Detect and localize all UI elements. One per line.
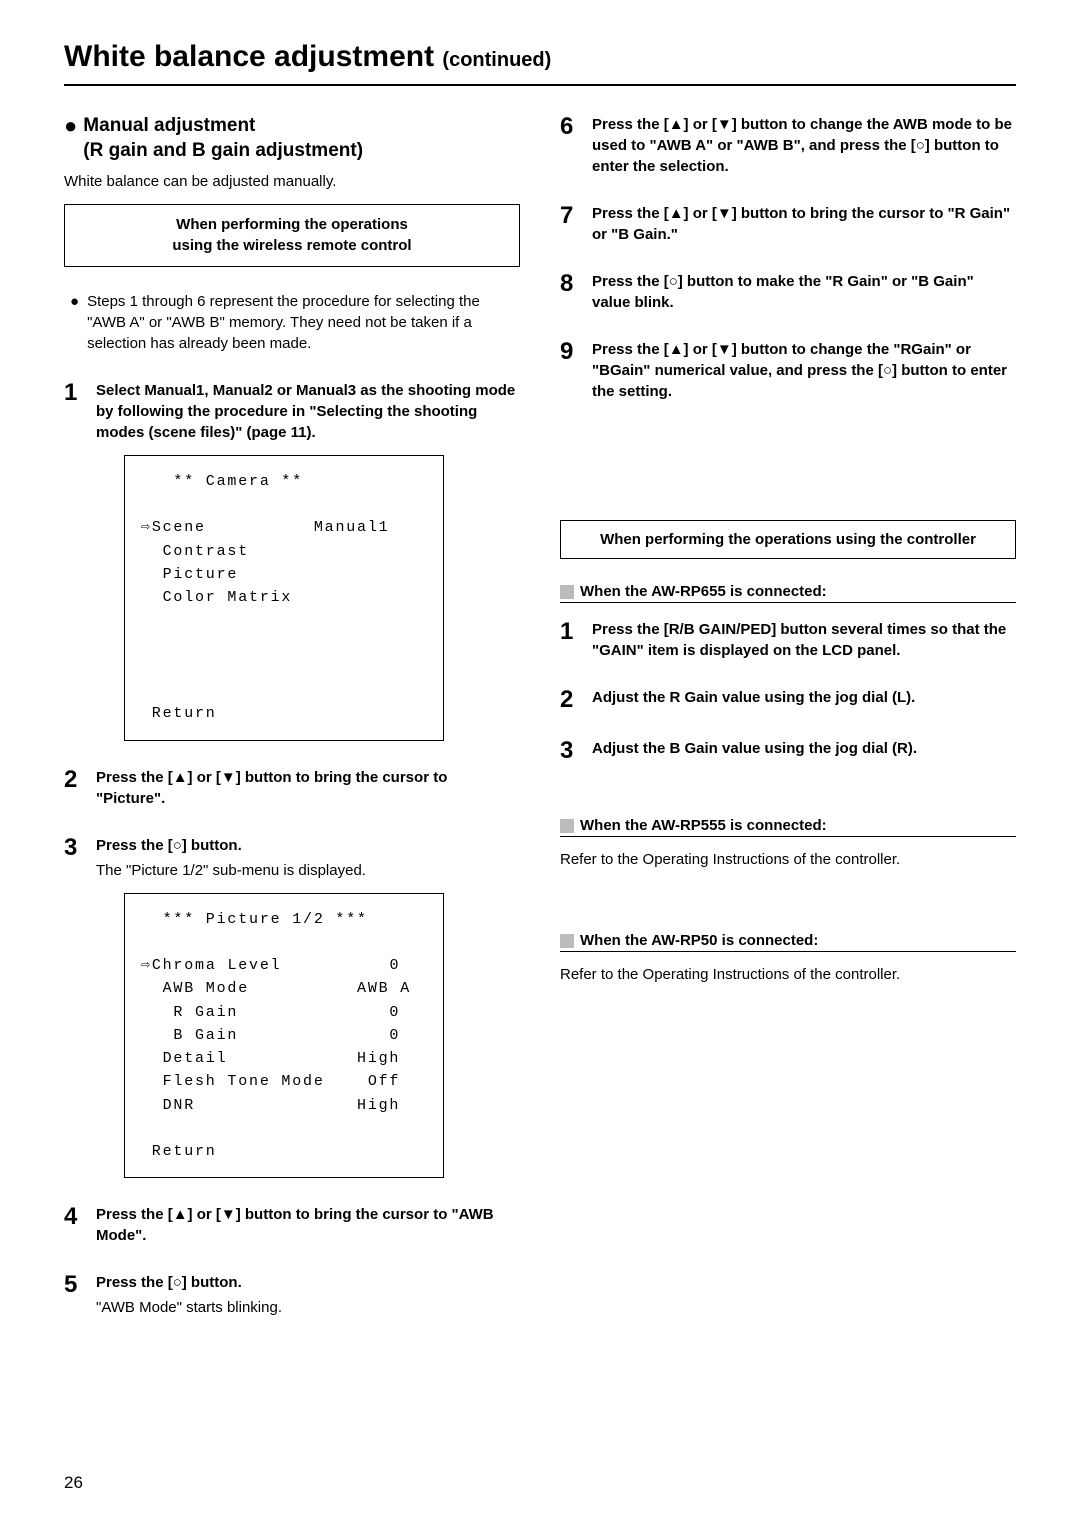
- note-text: Steps 1 through 6 represent the procedur…: [87, 291, 520, 354]
- step-2: 2 Press the [▲] or [▼] button to bring t…: [64, 767, 520, 809]
- step-1: 1 Select Manual1, Manual2 or Manual3 as …: [64, 380, 520, 443]
- step-number: 2: [560, 687, 582, 712]
- step-8: 8 Press the [○] button to make the "R Ga…: [560, 271, 1016, 313]
- title-rule: [64, 84, 1016, 86]
- title-continued: (continued): [442, 49, 551, 71]
- step-text: Press the [○] button to make the "R Gain…: [592, 271, 1016, 313]
- sub-heading-text: When the AW-RP50 is connected:: [580, 932, 818, 949]
- controller-step-3: 3 Adjust the B Gain value using the jog …: [560, 738, 1016, 763]
- sub-heading-rp50: When the AW-RP50 is connected:: [560, 932, 1016, 949]
- box-line1: When performing the operations: [79, 215, 505, 235]
- right-column: 6 Press the [▲] or [▼] button to change …: [560, 114, 1016, 1318]
- box-line2: using the wireless remote control: [79, 236, 505, 256]
- step-number: 6: [560, 114, 582, 177]
- step-text: Press the [▲] or [▼] button to change th…: [592, 339, 1016, 402]
- step-number: 9: [560, 339, 582, 402]
- step-text: Press the [▲] or [▼] button to bring the…: [96, 1204, 520, 1246]
- step-text: Press the [▲] or [▼] button to bring the…: [96, 767, 520, 809]
- step-number: 4: [64, 1204, 86, 1246]
- sub-rule: [560, 836, 1016, 837]
- sub-heading-text: When the AW-RP655 is connected:: [580, 583, 827, 600]
- controller-box: When performing the operations using the…: [560, 520, 1016, 559]
- sub-rule: [560, 602, 1016, 603]
- title-main: White balance adjustment: [64, 40, 434, 73]
- sub-rule: [560, 951, 1016, 952]
- bullet-dot-icon: ●: [70, 291, 79, 354]
- section-head-line1: Manual adjustment: [83, 114, 363, 139]
- step-5: 5 Press the [○] button. "AWB Mode" start…: [64, 1272, 520, 1318]
- step-text-reg: "AWB Mode" starts blinking.: [96, 1297, 520, 1318]
- step-number: 8: [560, 271, 582, 313]
- remote-control-box: When performing the operations using the…: [64, 204, 520, 267]
- step-text: Press the [▲] or [▼] button to bring the…: [592, 203, 1016, 245]
- step-text: Select Manual1, Manual2 or Manual3 as th…: [96, 380, 520, 443]
- page-number: 26: [64, 1473, 83, 1493]
- step-6: 6 Press the [▲] or [▼] button to change …: [560, 114, 1016, 177]
- intro-text: White balance can be adjusted manually.: [64, 173, 520, 190]
- step-number: 1: [560, 619, 582, 661]
- section-heading: ● Manual adjustment (R gain and B gain a…: [64, 114, 520, 163]
- camera-menu-screen: ** Camera ** ⇨Scene Manual1 Contrast Pic…: [124, 455, 444, 741]
- step-4: 4 Press the [▲] or [▼] button to bring t…: [64, 1204, 520, 1246]
- sub-body-text: Refer to the Operating Instructions of t…: [560, 851, 1016, 868]
- step-text: Press the [▲] or [▼] button to change th…: [592, 114, 1016, 177]
- step-number: 3: [560, 738, 582, 763]
- step-text-bold: Press the [○] button.: [96, 835, 520, 856]
- sub-heading-rp655: When the AW-RP655 is connected:: [560, 583, 1016, 600]
- step-9: 9 Press the [▲] or [▼] button to change …: [560, 339, 1016, 402]
- sub-body-text: Refer to the Operating Instructions of t…: [560, 966, 1016, 983]
- content-columns: ● Manual adjustment (R gain and B gain a…: [64, 114, 1016, 1318]
- grey-square-icon: [560, 819, 574, 833]
- step-text-bold: Press the [○] button.: [96, 1272, 520, 1293]
- step-text-reg: The "Picture 1/2" sub-menu is displayed.: [96, 860, 520, 881]
- step-3: 3 Press the [○] button. The "Picture 1/2…: [64, 835, 520, 881]
- grey-square-icon: [560, 934, 574, 948]
- step-number: 7: [560, 203, 582, 245]
- grey-square-icon: [560, 585, 574, 599]
- sub-heading-text: When the AW-RP555 is connected:: [580, 817, 827, 834]
- page-title: White balance adjustment (continued): [64, 40, 1016, 80]
- procedure-note: ● Steps 1 through 6 represent the proced…: [64, 291, 520, 354]
- bullet-circle-icon: ●: [64, 114, 77, 138]
- step-number: 2: [64, 767, 86, 809]
- step-number: 5: [64, 1272, 86, 1318]
- controller-step-1: 1 Press the [R/B GAIN/PED] button severa…: [560, 619, 1016, 661]
- left-column: ● Manual adjustment (R gain and B gain a…: [64, 114, 520, 1318]
- picture-menu-screen: *** Picture 1/2 *** ⇨Chroma Level 0 AWB …: [124, 893, 444, 1179]
- controller-step-2: 2 Adjust the R Gain value using the jog …: [560, 687, 1016, 712]
- step-7: 7 Press the [▲] or [▼] button to bring t…: [560, 203, 1016, 245]
- step-text: Press the [R/B GAIN/PED] button several …: [592, 619, 1016, 661]
- section-head-line2: (R gain and B gain adjustment): [83, 139, 363, 164]
- step-number: 1: [64, 380, 86, 443]
- step-text: Adjust the R Gain value using the jog di…: [592, 687, 1016, 708]
- step-text: Adjust the B Gain value using the jog di…: [592, 738, 1016, 759]
- step-number: 3: [64, 835, 86, 881]
- sub-heading-rp555: When the AW-RP555 is connected:: [560, 817, 1016, 834]
